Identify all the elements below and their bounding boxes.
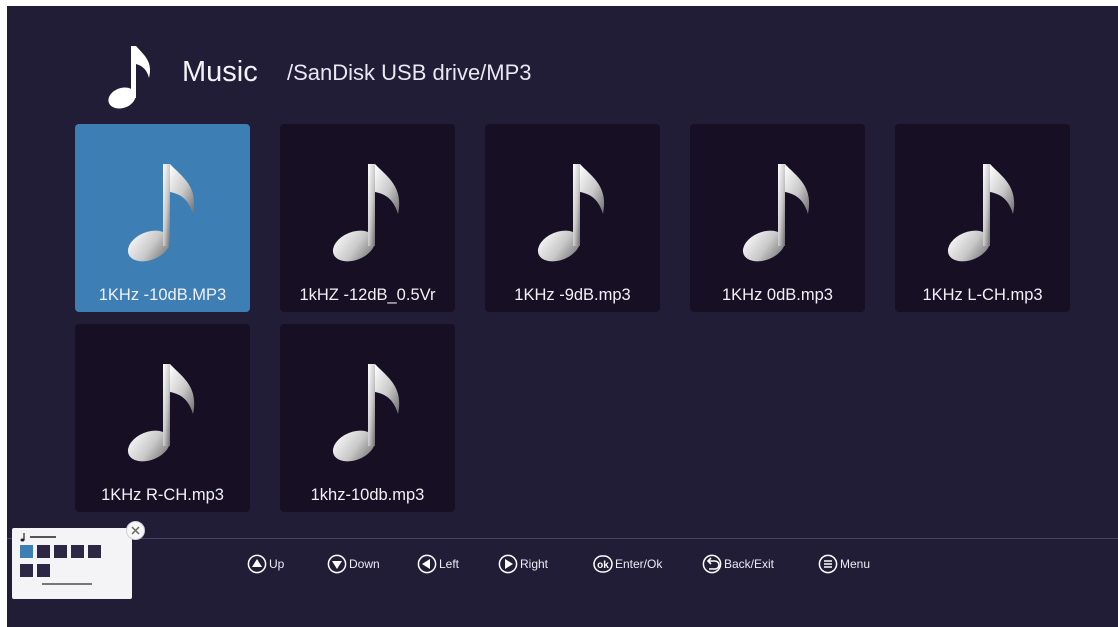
file-name-label: 1KHz L-CH.mp3 [922,286,1043,304]
music-note-icon [108,46,151,109]
close-glyph [131,526,140,535]
hint-label: Right [520,557,549,571]
mini-preview-content [20,533,101,585]
hint-label: Back/Exit [724,557,775,571]
hint-label: Up [269,557,285,571]
hint-left: Left [417,554,459,574]
back-icon [702,554,722,574]
right-triangle-icon [498,554,518,574]
hint-up: Up [247,554,284,574]
file-tile[interactable]: 1khz-10db.mp3 [280,324,455,512]
left-triangle-icon [417,554,437,574]
music-note-icon [742,164,810,262]
hint-label: Enter/Ok [615,557,663,571]
menu-icon [818,554,838,574]
file-name-label: 1kHZ -12dB_0.5Vr [299,286,436,304]
music-note-icon [537,164,605,262]
hint-label: Down [349,557,380,571]
divider [7,538,1118,539]
file-tile[interactable]: 1KHz -9dB.mp3 [485,124,660,312]
hint-enter-ok: ok Enter/Ok [593,554,662,574]
file-tile[interactable]: 1kHZ -12dB_0.5Vr [280,124,455,312]
file-name-label: 1KHz 0dB.mp3 [722,286,833,304]
hint-down: Down [327,554,380,574]
down-triangle-icon [327,554,347,574]
file-tile[interactable]: 1KHz -10dB.MP3 [75,124,250,312]
page-title: Music [182,56,258,88]
hint-label: Menu [840,557,871,571]
music-note-icon [947,164,1015,262]
file-name-label: 1KHz -9dB.mp3 [514,286,631,304]
hint-label: Left [439,557,460,571]
hint-back-exit: Back/Exit [702,554,774,574]
file-tile[interactable]: 1KHz 0dB.mp3 [690,124,865,312]
music-browser-screen: Music /SanDisk USB drive/MP3 1KHz -10dB.… [7,6,1118,627]
hint-right: Right [498,554,548,574]
file-tile[interactable]: 1KHz L-CH.mp3 [895,124,1070,312]
music-note-icon [332,364,400,462]
ok-icon-text: ok [597,560,609,571]
music-note-icon [332,164,400,262]
file-name-label: 1KHz -10dB.MP3 [98,286,227,304]
music-note-icon [127,364,195,462]
breadcrumb-path: /SanDisk USB drive/MP3 [287,60,532,85]
music-note-icon [127,164,195,262]
up-triangle-icon [247,554,267,574]
mini-preview-thumbnail[interactable] [12,528,132,599]
file-name-label: 1khz-10db.mp3 [310,486,425,504]
close-icon[interactable] [126,521,145,540]
file-name-label: 1KHz R-CH.mp3 [101,486,224,504]
ok-icon: ok [593,555,613,573]
hint-menu: Menu [818,554,870,574]
file-tile[interactable]: 1KHz R-CH.mp3 [75,324,250,512]
